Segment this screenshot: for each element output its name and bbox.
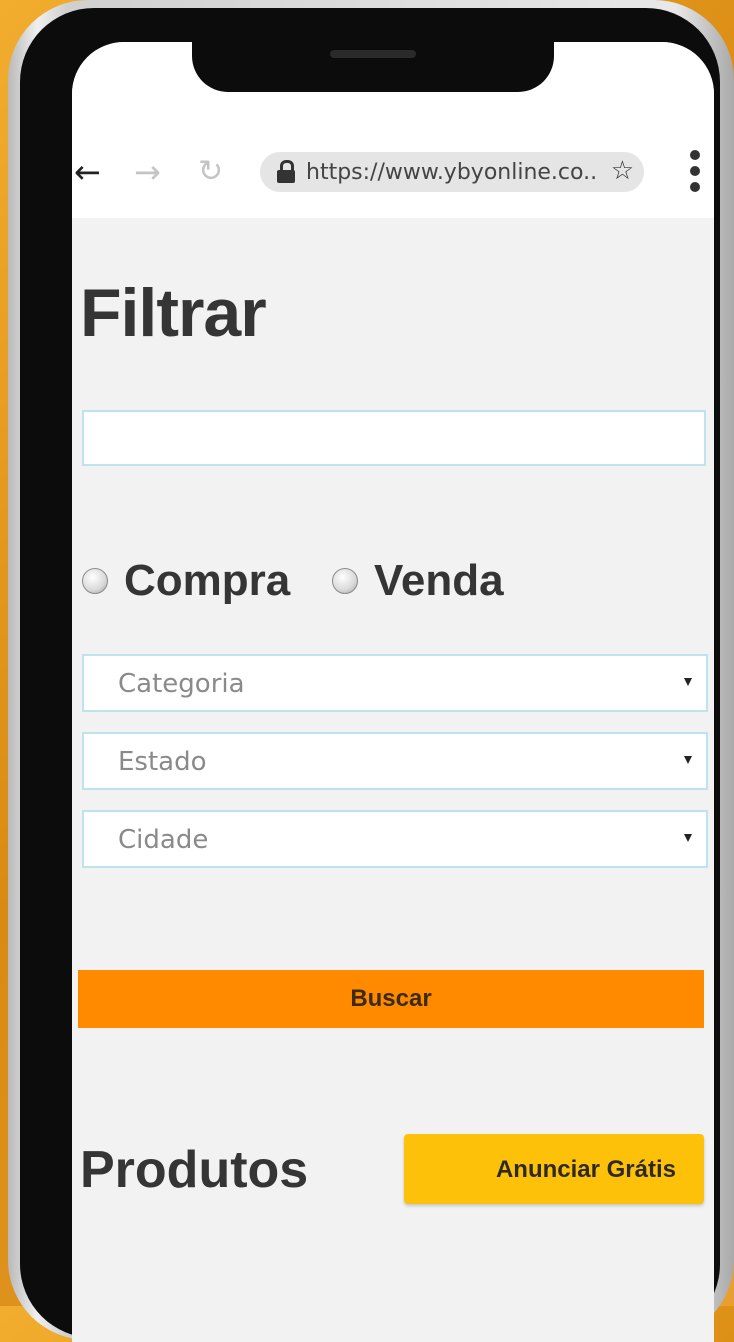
browser-screen: ← → ↻ https://www.ybyonline.co.. ☆ Filtr… bbox=[72, 42, 714, 1342]
more-vertical-icon[interactable] bbox=[688, 150, 702, 200]
search-input[interactable] bbox=[82, 410, 706, 466]
radio-button-icon[interactable] bbox=[82, 568, 108, 594]
radio-label-venda: Venda bbox=[374, 556, 504, 605]
chevron-down-icon bbox=[684, 678, 692, 686]
radio-compra[interactable]: Compra bbox=[82, 556, 290, 606]
city-select[interactable]: Cidade bbox=[82, 810, 708, 868]
phone-body: ← → ↻ https://www.ybyonline.co.. ☆ Filtr… bbox=[20, 8, 720, 1342]
lock-icon bbox=[276, 160, 296, 183]
category-select[interactable]: Categoria bbox=[82, 654, 708, 712]
search-button[interactable]: Buscar bbox=[78, 970, 704, 1028]
arrow-left-icon[interactable]: ← bbox=[74, 154, 101, 190]
products-title: Produtos bbox=[80, 1141, 309, 1199]
radio-label-compra: Compra bbox=[124, 556, 291, 605]
state-select[interactable]: Estado bbox=[82, 732, 708, 790]
category-select-value: Categoria bbox=[118, 669, 245, 699]
radio-venda[interactable]: Venda bbox=[332, 556, 504, 606]
radio-button-icon[interactable] bbox=[332, 568, 358, 594]
phone-notch bbox=[192, 30, 554, 92]
address-bar[interactable]: https://www.ybyonline.co.. ☆ bbox=[260, 152, 644, 192]
city-select-value: Cidade bbox=[118, 825, 209, 855]
phone-speaker bbox=[330, 50, 416, 58]
chevron-down-icon bbox=[684, 834, 692, 842]
filter-title: Filtrar bbox=[80, 275, 267, 351]
announce-free-button[interactable]: Anunciar Grátis bbox=[404, 1134, 704, 1204]
chevron-down-icon bbox=[684, 756, 692, 764]
star-icon[interactable]: ☆ bbox=[611, 156, 634, 186]
arrow-right-icon[interactable]: → bbox=[134, 154, 161, 190]
reload-icon[interactable]: ↻ bbox=[198, 154, 223, 190]
url-text[interactable]: https://www.ybyonline.co.. bbox=[306, 160, 606, 185]
state-select-value: Estado bbox=[118, 747, 207, 777]
